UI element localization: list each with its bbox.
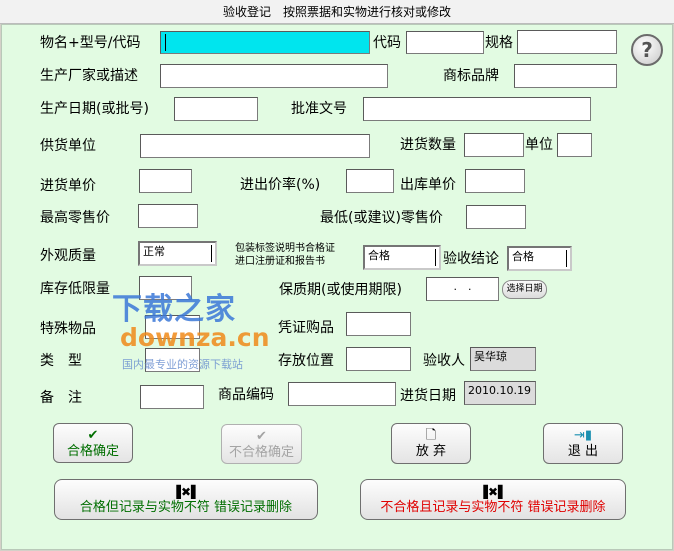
out-price-input[interactable]: [465, 169, 525, 193]
supplier-input[interactable]: [140, 134, 370, 158]
max-retail-label: 最高零售价: [40, 210, 110, 226]
remark-label: 备 注: [40, 390, 82, 406]
check-icon: ✔: [256, 429, 267, 444]
package-label-line2: 进口注册证和报告书: [235, 256, 325, 267]
conclusion-label: 验收结论: [443, 251, 499, 267]
code-input[interactable]: [406, 31, 484, 54]
unit-input[interactable]: [557, 133, 592, 157]
inspector-input[interactable]: 吴华琼: [470, 347, 536, 371]
manufacturer-input[interactable]: [160, 64, 388, 88]
brand-input[interactable]: [514, 64, 617, 88]
special-label: 特殊物品: [40, 321, 96, 337]
pass-confirm-label: 合格确定: [66, 444, 119, 459]
supplier-label: 供货单位: [40, 138, 96, 154]
location-input[interactable]: [346, 347, 411, 371]
manufacturer-label: 生产厂家或描述: [40, 68, 138, 84]
spec-input[interactable]: [517, 30, 617, 54]
appearance-label: 外观质量: [40, 248, 96, 264]
fail-mismatch-label: 不合格且记录与实物不符 错误记录删除: [380, 500, 606, 515]
check-icon: ✔: [87, 428, 99, 443]
discard-label: 放 弃: [415, 444, 447, 459]
pass-mismatch-delete-button[interactable]: ▐✖▌ 合格但记录与实物不符 错误记录删除: [54, 479, 318, 520]
purchase-date-input[interactable]: 2010.10.19: [464, 381, 536, 405]
name-model-code-label: 物名+型号/代码: [40, 35, 141, 51]
purchase-date-label: 进货日期: [400, 388, 456, 404]
unit-label: 单位: [525, 137, 553, 153]
approval-no-input[interactable]: [363, 97, 591, 121]
conclusion-input[interactable]: 合格: [507, 246, 572, 271]
voucher-label: 凭证购品: [278, 320, 334, 336]
voucher-input[interactable]: [346, 312, 411, 336]
exit-label: 退 出: [567, 444, 599, 459]
purchase-price-label: 进货单价: [40, 178, 96, 194]
markup-rate-label: 进出价率(%): [240, 177, 321, 193]
purchase-qty-input[interactable]: [464, 133, 524, 157]
min-retail-input[interactable]: [466, 205, 526, 229]
stock-low-label: 库存低限量: [40, 281, 110, 297]
text-caret: [211, 245, 212, 262]
shelf-life-input[interactable]: . .: [426, 277, 499, 301]
appearance-value: 正常: [143, 245, 165, 258]
window-title: 验收登记 按照票据和实物进行核对或修改: [0, 0, 674, 24]
location-label: 存放位置: [278, 353, 334, 369]
watermark-title: 下载之家: [112, 292, 236, 327]
delete-record-icon: ▐✖▌: [171, 485, 201, 499]
remark-input[interactable]: [140, 385, 204, 409]
delete-record-icon: ▐✖▌: [478, 485, 508, 499]
purchase-qty-label: 进货数量: [400, 137, 456, 153]
spec-label: 规格: [485, 35, 513, 51]
approval-no-label: 批准文号: [291, 101, 347, 117]
text-caret: [566, 250, 567, 267]
min-retail-label: 最低(或建议)零售价: [320, 210, 443, 226]
shelf-life-label: 保质期(或使用期限): [279, 282, 402, 298]
appearance-input[interactable]: 正常: [138, 241, 217, 266]
conclusion-value: 合格: [512, 250, 534, 263]
watermark-slogan: 国内最专业的资源下载站: [122, 358, 243, 371]
brand-label: 商标品牌: [443, 68, 499, 84]
fail-mismatch-delete-button[interactable]: ▐✖▌ 不合格且记录与实物不符 错误记录删除: [360, 479, 626, 520]
pass-confirm-button[interactable]: ✔ 合格确定: [53, 423, 133, 463]
purchase-price-input[interactable]: [139, 169, 192, 193]
help-icon[interactable]: ?: [631, 34, 663, 66]
text-caret: [435, 249, 436, 266]
exit-door-icon: ⇥▮: [573, 428, 593, 443]
package-input[interactable]: 合格: [363, 245, 441, 270]
goods-code-input[interactable]: [288, 382, 396, 406]
inspector-label: 验收人: [423, 353, 465, 369]
text-caret: [165, 34, 166, 51]
production-date-input[interactable]: [174, 97, 258, 121]
max-retail-input[interactable]: [138, 204, 198, 228]
production-date-label: 生产日期(或批号): [40, 101, 149, 117]
fail-confirm-button[interactable]: ✔ 不合格确定: [221, 424, 302, 464]
exit-button[interactable]: ⇥▮ 退 出: [543, 423, 623, 464]
package-label-line1: 包装标签说明书合格证: [235, 243, 335, 254]
name-model-code-input[interactable]: [160, 31, 370, 54]
discard-button[interactable]: 🗋 放 弃: [391, 423, 471, 464]
select-date-button[interactable]: 选择日期: [502, 280, 547, 299]
pass-mismatch-label: 合格但记录与实物不符 错误记录删除: [79, 500, 293, 515]
goods-code-label: 商品编码: [218, 387, 274, 403]
markup-rate-input[interactable]: [346, 169, 394, 193]
type-label: 类 型: [40, 353, 82, 369]
code-label: 代码: [373, 35, 401, 51]
package-value: 合格: [368, 249, 390, 262]
fail-confirm-label: 不合格确定: [228, 445, 294, 460]
document-icon: 🗋: [425, 428, 437, 443]
watermark-site: downza.cn: [120, 323, 270, 352]
out-price-label: 出库单价: [400, 177, 456, 193]
